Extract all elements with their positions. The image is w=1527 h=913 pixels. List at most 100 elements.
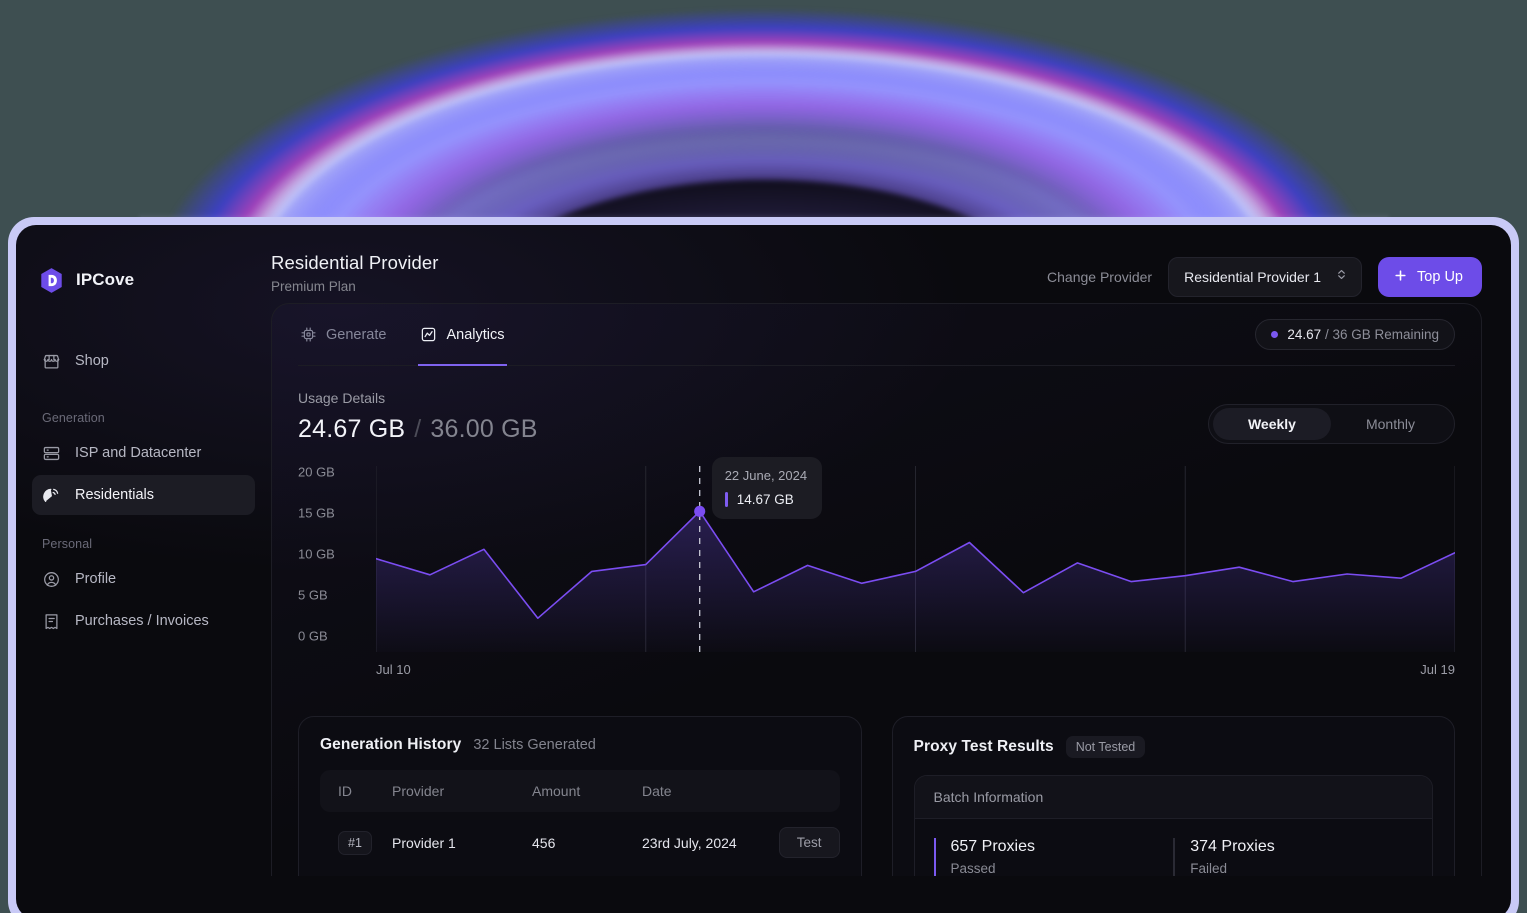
- sidebar-section-generation: Generation: [42, 411, 105, 425]
- stat-failed-count: 374 Proxies: [1190, 838, 1275, 855]
- chart-y-axis: 20 GB 15 GB 10 GB 5 GB 0 GB: [298, 464, 360, 652]
- app-window-frame: IPCove Shop Generation ISP and Datacente…: [8, 217, 1519, 913]
- stat-passed-count: 657 Proxies: [950, 838, 1036, 855]
- table-body: #1 Provider 1 456 23rd July, 2024 Test #…: [320, 812, 840, 876]
- usage-used: 24.67 GB: [298, 415, 406, 443]
- cell-date: 23rd July, 2024: [642, 873, 762, 876]
- status-dot-icon: [1271, 331, 1279, 338]
- range-toggle-weekly[interactable]: Weekly: [1212, 408, 1331, 440]
- table-row: #2 Provider 2 67 23rd July, 2024 Test: [320, 873, 840, 876]
- usage-chart: 20 GB 15 GB 10 GB 5 GB 0 GB 22 June, 202…: [298, 457, 1456, 696]
- generation-history-card: Generation History 32 Lists Generated ID…: [298, 716, 862, 876]
- batch-information-box: Batch Information 657 Proxies Passed 374…: [913, 775, 1433, 876]
- sidebar-item-residentials[interactable]: Residentials: [32, 475, 255, 515]
- generation-history-table: ID Provider Amount Date #1 Provider 1 45…: [320, 770, 840, 876]
- server-icon: [42, 444, 61, 463]
- tooltip-date: 22 June, 2024: [724, 468, 808, 484]
- sidebar-item-label: Purchases / Invoices: [75, 613, 209, 629]
- chart-line-icon: [420, 326, 437, 343]
- analytics-panel: Generate Analytics 24.67 / 36 GB Remaini…: [271, 303, 1482, 876]
- table-header: ID Provider Amount Date: [320, 770, 840, 812]
- y-tick-label: 0 GB: [298, 628, 328, 644]
- generation-history-meta: 32 Lists Generated: [473, 737, 596, 753]
- chart-tooltip: 22 June, 2024 14.67 GB: [711, 457, 823, 520]
- sidebar-item-label: Residentials: [75, 487, 154, 503]
- main-content: Residential Provider Premium Plan Change…: [271, 225, 1511, 913]
- column-header-actions: [762, 770, 840, 812]
- id-chip: #1: [338, 830, 372, 855]
- change-provider-label: Change Provider: [1047, 269, 1153, 285]
- table-row: #1 Provider 1 456 23rd July, 2024 Test: [320, 812, 840, 873]
- page-header: Residential Provider Premium Plan Change…: [271, 225, 1482, 303]
- remaining-rest: / 36 GB Remaining: [1321, 327, 1439, 342]
- usage-details-label: Usage Details: [298, 390, 386, 406]
- stat-passed: 657 Proxies Passed: [933, 838, 1174, 876]
- top-up-label: Top Up: [1417, 269, 1463, 285]
- stat-failed-label: Failed: [1190, 861, 1228, 876]
- x-tick-label: Jul 10: [376, 662, 411, 677]
- sidebar-item-shop[interactable]: Shop: [32, 341, 255, 381]
- top-up-button[interactable]: Top Up: [1378, 257, 1482, 297]
- brand: IPCove: [32, 253, 255, 303]
- chart-plot-area[interactable]: [375, 466, 1456, 652]
- sidebar-section-personal: Personal: [42, 537, 93, 551]
- tab-label: Generate: [326, 326, 387, 343]
- y-tick-label: 15 GB: [298, 505, 335, 521]
- cell-amount: 456: [532, 834, 556, 851]
- batch-stats: 657 Proxies Passed 374 Proxies Failed: [915, 819, 1433, 876]
- storefront-icon: [42, 352, 61, 371]
- brand-name: IPCove: [76, 270, 135, 289]
- cell-id: #2: [320, 873, 392, 876]
- hexagon-logo-icon: [38, 267, 65, 294]
- remaining-badge: 24.67 / 36 GB Remaining: [1255, 319, 1455, 350]
- tab-bar: Generate Analytics 24.67 / 36 GB Remaini…: [298, 304, 1455, 366]
- column-header-amount: Amount: [532, 770, 642, 812]
- range-toggle: Weekly Monthly: [1207, 404, 1455, 444]
- chevron-updown-icon: [1335, 268, 1348, 286]
- app-screenshot: IPCove Shop Generation ISP and Datacente…: [0, 0, 1527, 913]
- sidebar-item-label: Profile: [75, 571, 117, 587]
- range-toggle-monthly[interactable]: Monthly: [1331, 408, 1450, 440]
- tab-generate[interactable]: Generate: [298, 304, 388, 365]
- sidebar-item-isp-and-datacenter[interactable]: ISP and Datacenter: [32, 433, 255, 473]
- proxy-test-results-card: Proxy Test Results Not Tested Batch Info…: [891, 716, 1455, 876]
- provider-select-value: Residential Provider 1: [1184, 269, 1322, 285]
- column-header-id: ID: [320, 770, 392, 812]
- y-tick-label: 10 GB: [298, 546, 335, 562]
- receipt-icon: [42, 612, 61, 631]
- cpu-chip-icon: [300, 326, 317, 343]
- test-button[interactable]: Test: [778, 827, 840, 858]
- tab-label: Analytics: [446, 326, 505, 343]
- app-window: IPCove Shop Generation ISP and Datacente…: [16, 225, 1511, 913]
- user-circle-icon: [42, 570, 61, 589]
- column-header-date: Date: [642, 770, 763, 812]
- bottom-cards: Generation History 32 Lists Generated ID…: [298, 716, 1455, 876]
- cell-date: 23rd July, 2024: [642, 834, 737, 851]
- y-tick-label: 20 GB: [298, 464, 335, 480]
- column-header-provider: Provider: [392, 770, 532, 812]
- provider-select[interactable]: Residential Provider 1: [1168, 257, 1363, 297]
- sidebar-item-profile[interactable]: Profile: [32, 559, 255, 599]
- table-header-row: ID Provider Amount Date: [320, 770, 840, 812]
- usage-total: 36.00 GB: [430, 415, 538, 443]
- sidebar-item-purchases-invoices[interactable]: Purchases / Invoices: [32, 601, 255, 641]
- tab-analytics[interactable]: Analytics: [418, 304, 507, 366]
- sidebar: IPCove Shop Generation ISP and Datacente…: [16, 225, 271, 913]
- batch-information-title: Batch Information: [914, 776, 1432, 819]
- x-tick-label: Jul 19: [1420, 662, 1455, 677]
- generation-history-title: Generation History: [320, 736, 462, 753]
- generation-history-header: Generation History 32 Lists Generated: [320, 736, 840, 754]
- satellite-dish-icon: [42, 486, 61, 505]
- sidebar-item-label: ISP and Datacenter: [75, 445, 202, 461]
- cell-action: Test: [762, 812, 840, 873]
- tooltip-value-row: 14.67 GB: [724, 492, 807, 508]
- sidebar-nav: Shop Generation ISP and Datacenter Resid…: [32, 341, 255, 641]
- remaining-value: 24.67: [1287, 327, 1322, 342]
- usage-text-block: Usage Details 24.67 GB / 36.00 GB: [298, 390, 538, 444]
- proxy-test-results-title: Proxy Test Results: [913, 738, 1054, 755]
- chart-svg: [375, 466, 1456, 652]
- stat-passed-label: Passed: [950, 861, 996, 876]
- page-title: Residential Provider: [271, 252, 439, 273]
- cell-amount: 67: [532, 873, 642, 876]
- cell-action: Test: [762, 873, 839, 876]
